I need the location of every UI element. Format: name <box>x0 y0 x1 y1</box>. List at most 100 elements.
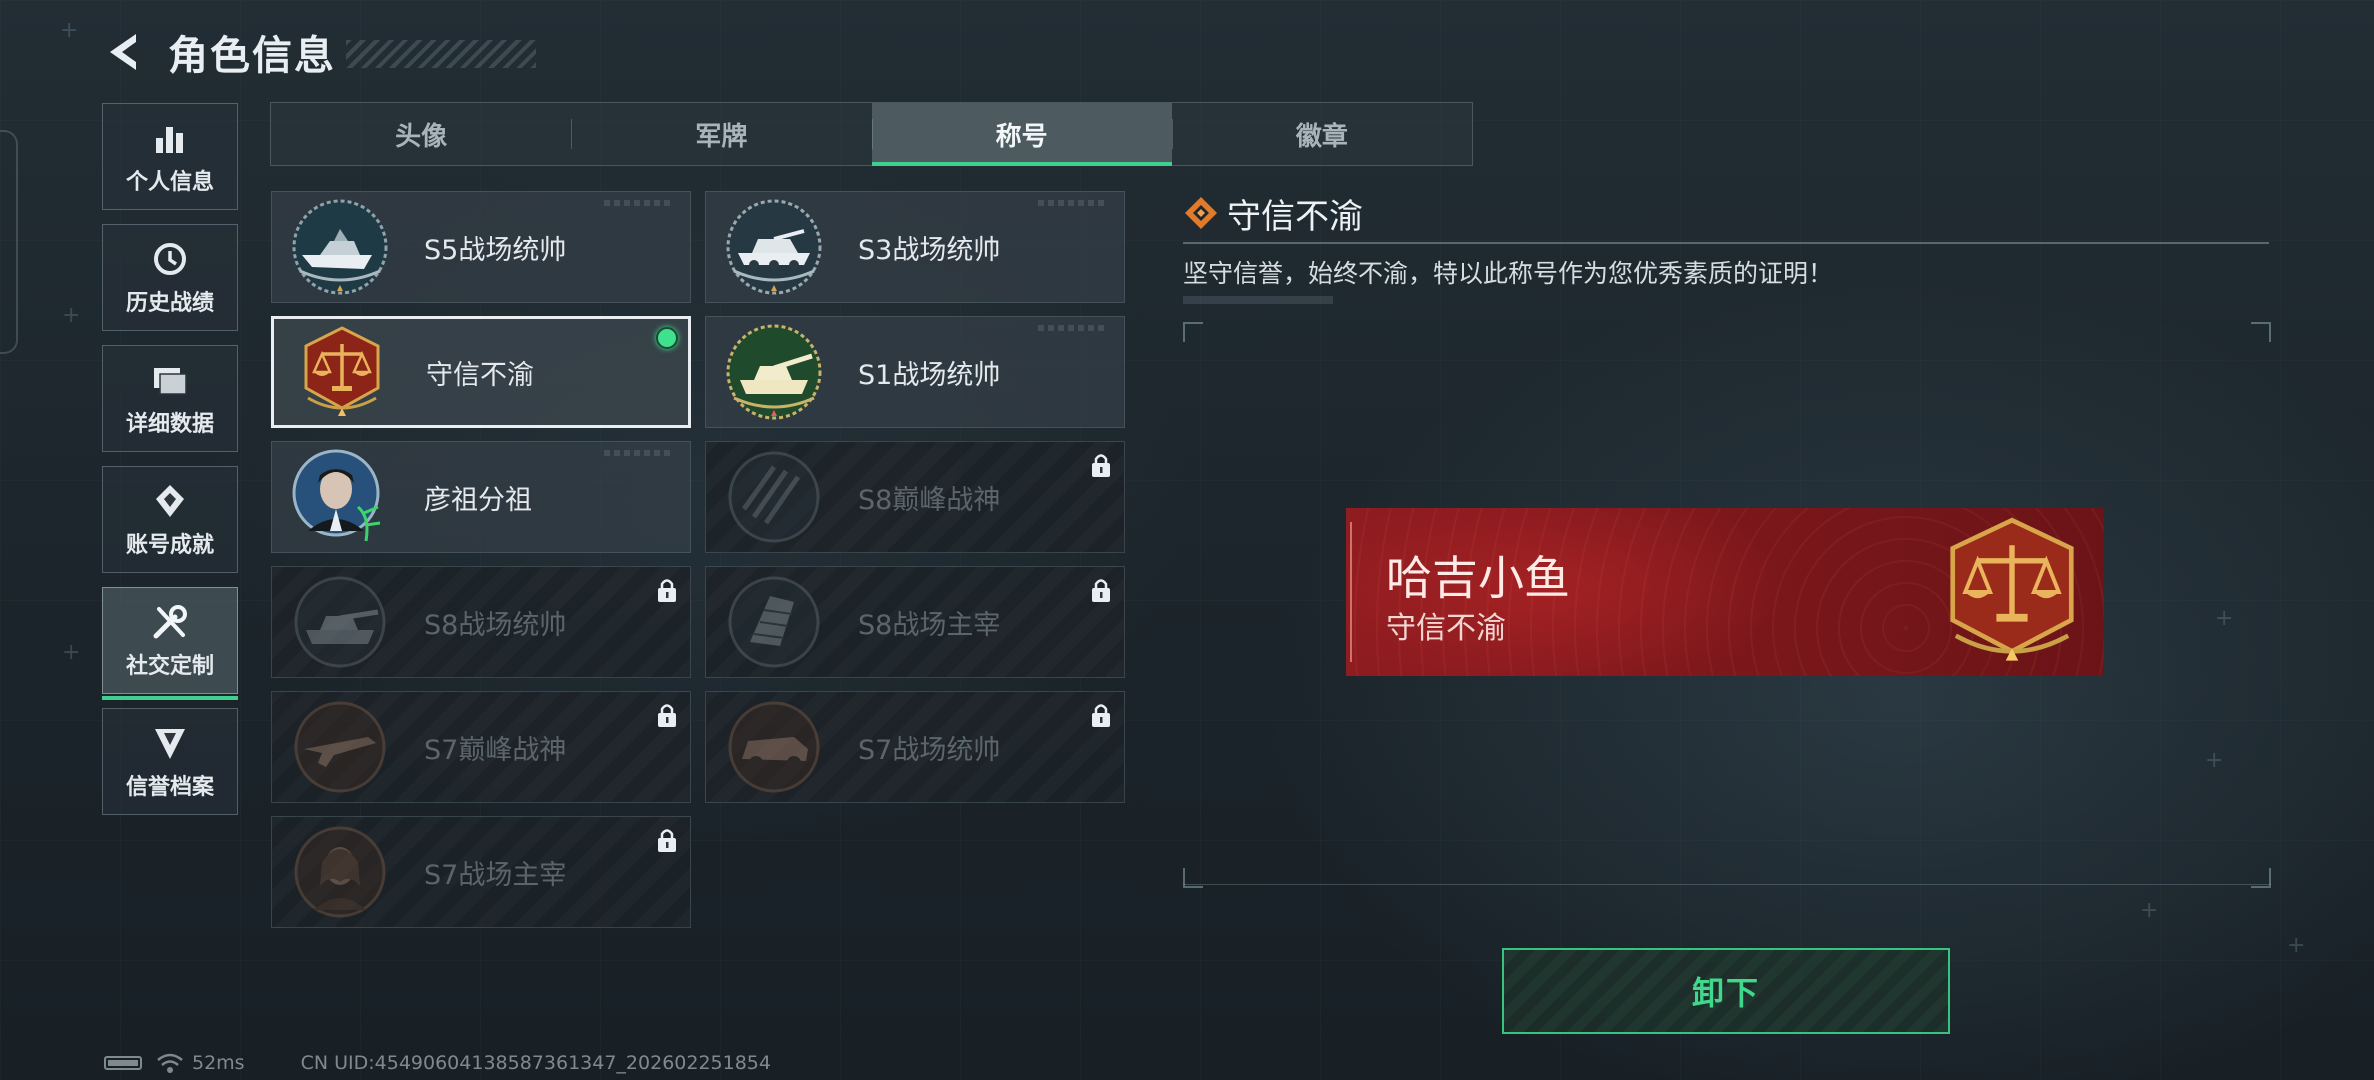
card-decoration <box>1038 325 1108 331</box>
title-card-name: S7战场统帅 <box>858 734 1001 766</box>
title-card-name: S7巅峰战神 <box>424 734 567 766</box>
battery-icon <box>104 1056 142 1070</box>
title-card-name: S8巅峰战神 <box>858 484 1001 516</box>
title-card-name: S7战场主宰 <box>424 859 567 891</box>
title-card[interactable]: 彦祖分祖 <box>271 441 691 553</box>
sidebar-item-detailed-data[interactable]: 详细数据 <box>102 345 238 452</box>
title-card-name: S1战场统帅 <box>858 359 1001 391</box>
credit-shield-icon <box>150 723 190 763</box>
title-card-name: S5战场统帅 <box>424 234 567 266</box>
title-card-name: S8战场统帅 <box>424 609 567 641</box>
tab-bar: 头像 军牌 称号 徽章 <box>270 102 1473 166</box>
justice-scales-emblem-icon <box>1950 517 2074 661</box>
frame-corner <box>1183 868 1203 888</box>
title-card-name: S3战场统帅 <box>858 234 1001 266</box>
title-decoration <box>346 40 536 68</box>
sidebar-item-personal-info[interactable]: 个人信息 <box>102 103 238 210</box>
unequip-button[interactable]: 卸下 <box>1502 948 1950 1034</box>
title-card-name: S8战场主宰 <box>858 609 1001 641</box>
nameplate-title: 守信不渝 <box>1386 611 1506 646</box>
title-detail-panel: 守信不渝 坚守信誉，始终不渝，特以此称号作为您优秀素质的证明！ <box>1183 188 2271 304</box>
tools-icon <box>150 602 190 642</box>
unequip-button-label: 卸下 <box>1691 974 1760 1012</box>
title-card[interactable]: S7巅峰战神 <box>271 691 691 803</box>
nameplate-player-name: 哈吉小鱼 <box>1386 551 1570 605</box>
screen: + + + + + + + 角色信息 个人信息 历史战绩 详细数据 账号成就 社… <box>0 0 2374 1080</box>
justice-scales-emblem-icon <box>304 326 380 416</box>
edge-drawer-handle[interactable] <box>0 130 18 354</box>
sidebar-item-credit-record[interactable]: 信誉档案 <box>102 708 238 815</box>
history-clock-icon <box>150 239 190 279</box>
detail-divider <box>1183 242 2269 244</box>
sidebar-item-social-custom[interactable]: 社交定制 <box>102 587 238 700</box>
card-decoration <box>604 200 674 206</box>
wifi-icon <box>157 1053 183 1073</box>
sidebar-item-label: 详细数据 <box>125 411 214 437</box>
decor-plus: + <box>62 303 81 328</box>
status-bar: 52ms CN UID:45490604138587361347_2026022… <box>104 1052 771 1074</box>
armored-vehicle-emblem-icon <box>726 199 822 295</box>
title-card[interactable]: S3战场统帅 <box>705 191 1125 303</box>
tab-dog-tag[interactable]: 军牌 <box>571 103 871 165</box>
card-decoration <box>604 450 674 456</box>
back-arrow-icon <box>110 34 136 70</box>
portrait-emblem-icon <box>292 449 381 542</box>
sidebar-item-label: 信誉档案 <box>125 774 214 800</box>
title-card[interactable]: S5战场统帅 <box>271 191 691 303</box>
sidebar-item-label: 历史战绩 <box>125 290 214 316</box>
soldier-portrait-emblem-icon <box>294 826 386 918</box>
title-card[interactable]: S7战场统帅 <box>705 691 1125 803</box>
rifle-emblem-icon <box>294 701 386 793</box>
sidebar-item-label: 账号成就 <box>125 532 214 558</box>
lock-icon <box>658 704 676 727</box>
speedboat-emblem-icon <box>292 199 388 295</box>
title-card[interactable]: S8战场主宰 <box>705 566 1125 678</box>
sidebar-item-history[interactable]: 历史战绩 <box>102 224 238 331</box>
lock-icon <box>1092 454 1110 477</box>
title-card[interactable]: S8战场统帅 <box>271 566 691 678</box>
detail-title-row: 守信不渝 <box>1183 188 2271 238</box>
tank-emblem-icon <box>294 576 386 668</box>
achievement-icon <box>150 481 190 521</box>
frame-corner <box>2251 868 2271 888</box>
tab-title[interactable]: 称号 <box>871 103 1173 166</box>
lock-icon <box>658 829 676 852</box>
jeep-emblem-icon <box>728 701 820 793</box>
tab-avatar[interactable]: 头像 <box>271 103 571 165</box>
decor-plus: + <box>2140 898 2159 923</box>
title-card-name: 守信不渝 <box>426 359 534 391</box>
frame-corner <box>1183 322 1203 342</box>
sidebar: 个人信息 历史战绩 详细数据 账号成就 社交定制 信誉档案 <box>102 103 240 829</box>
decor-plus: + <box>62 640 81 665</box>
nameplate-bracket <box>1350 522 1362 662</box>
stripe-emblem-icon <box>728 451 820 543</box>
decor-plus: + <box>2287 933 2306 958</box>
title-card[interactable]: S1战场统帅 <box>705 316 1125 428</box>
header: 角色信息 <box>100 22 536 82</box>
detail-title: 守信不渝 <box>1227 196 1363 237</box>
detail-description: 坚守信誉，始终不渝，特以此称号作为您优秀素质的证明！ <box>1183 259 1834 288</box>
frame-corner <box>2251 322 2271 342</box>
page-title: 角色信息 <box>168 33 336 79</box>
title-card[interactable]: 守信不渝 <box>271 316 691 428</box>
sidebar-item-label: 社交定制 <box>125 653 214 679</box>
nameplate-preview: 哈吉小鱼 守信不渝 <box>1346 508 2104 676</box>
lock-icon <box>1092 579 1110 602</box>
equipped-indicator <box>656 327 678 349</box>
title-card[interactable]: S7战场主宰 <box>271 816 691 928</box>
missile-launcher-emblem-icon <box>728 576 820 668</box>
lock-icon <box>1092 704 1110 727</box>
uid-text: CN UID:45490604138587361347_202602251854 <box>300 1052 771 1074</box>
bar-chart-icon <box>150 118 190 158</box>
tank-emblem-icon <box>726 324 822 420</box>
lock-icon <box>658 579 676 602</box>
tab-badge[interactable]: 徽章 <box>1171 103 1472 165</box>
decor-plus: + <box>60 18 79 43</box>
card-decoration <box>1038 200 1108 206</box>
preview-divider <box>1183 884 2271 885</box>
diamond-icon <box>1185 197 1217 229</box>
back-button[interactable] <box>100 28 148 76</box>
sidebar-item-achievements[interactable]: 账号成就 <box>102 466 238 573</box>
title-card-name: 彦祖分祖 <box>424 484 532 516</box>
title-card[interactable]: S8巅峰战神 <box>705 441 1125 553</box>
